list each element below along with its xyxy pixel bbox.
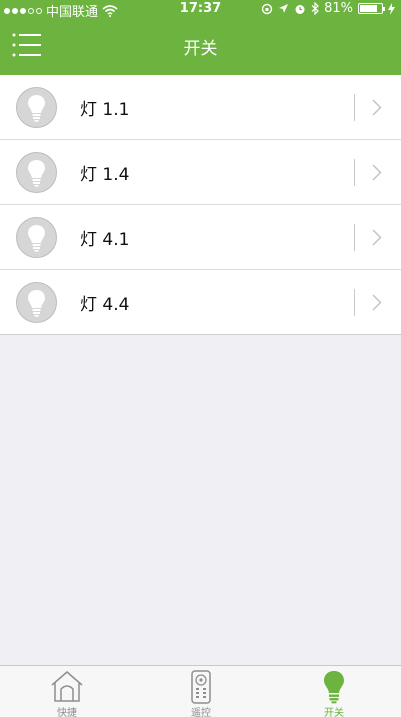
page-title: 开关 — [183, 39, 218, 59]
tab-bar: 快捷 遥控 开关 — [0, 665, 401, 717]
tab-shortcuts[interactable]: 快捷 — [0, 666, 134, 717]
chevron-right-icon — [372, 99, 382, 116]
tab-label: 遥控 — [191, 708, 211, 717]
tab-label: 快捷 — [57, 708, 77, 717]
tab-remote[interactable]: 遥控 — [134, 666, 268, 717]
light-bulb-icon — [16, 87, 57, 128]
light-row-1[interactable]: 灯 1.1 — [0, 75, 401, 140]
chevron-right-icon — [372, 294, 382, 311]
location-icon — [279, 4, 289, 13]
light-bulb-icon — [16, 282, 57, 323]
remote-icon — [191, 670, 211, 704]
light-bulb-icon — [16, 152, 57, 193]
tab-label: 开关 — [324, 708, 344, 717]
light-bulb-icon — [16, 217, 57, 258]
alarm-icon — [295, 4, 305, 14]
status-bar: 中国联通 17:37 81% — [0, 0, 401, 20]
status-right: 81% — [261, 1, 395, 16]
bluetooth-icon — [311, 2, 319, 15]
battery-icon — [358, 3, 385, 14]
light-label: 灯 4.4 — [80, 295, 130, 315]
light-row-4[interactable]: 灯 4.4 — [0, 270, 401, 335]
row-divider — [354, 289, 355, 316]
charging-icon — [388, 2, 395, 15]
battery-fill — [360, 5, 377, 12]
row-divider — [354, 224, 355, 251]
light-list: 灯 1.1 灯 1.4 灯 4.1 灯 4.4 — [0, 75, 401, 335]
light-label: 灯 4.1 — [80, 230, 130, 250]
header: 中国联通 17:37 81% 开关 — [0, 0, 401, 75]
light-label: 灯 1.4 — [80, 165, 130, 185]
rotation-lock-icon — [261, 3, 273, 14]
row-divider — [354, 159, 355, 186]
chevron-right-icon — [372, 229, 382, 246]
light-row-2[interactable]: 灯 1.4 — [0, 140, 401, 205]
light-row-3[interactable]: 灯 4.1 — [0, 205, 401, 270]
battery-percent: 81% — [324, 1, 353, 16]
bulb-tab-icon — [324, 671, 344, 704]
light-label: 灯 1.1 — [80, 100, 130, 120]
row-divider — [354, 94, 355, 121]
chevron-right-icon — [372, 164, 382, 181]
home-icon — [51, 671, 83, 702]
tab-switches[interactable]: 开关 — [267, 666, 401, 717]
